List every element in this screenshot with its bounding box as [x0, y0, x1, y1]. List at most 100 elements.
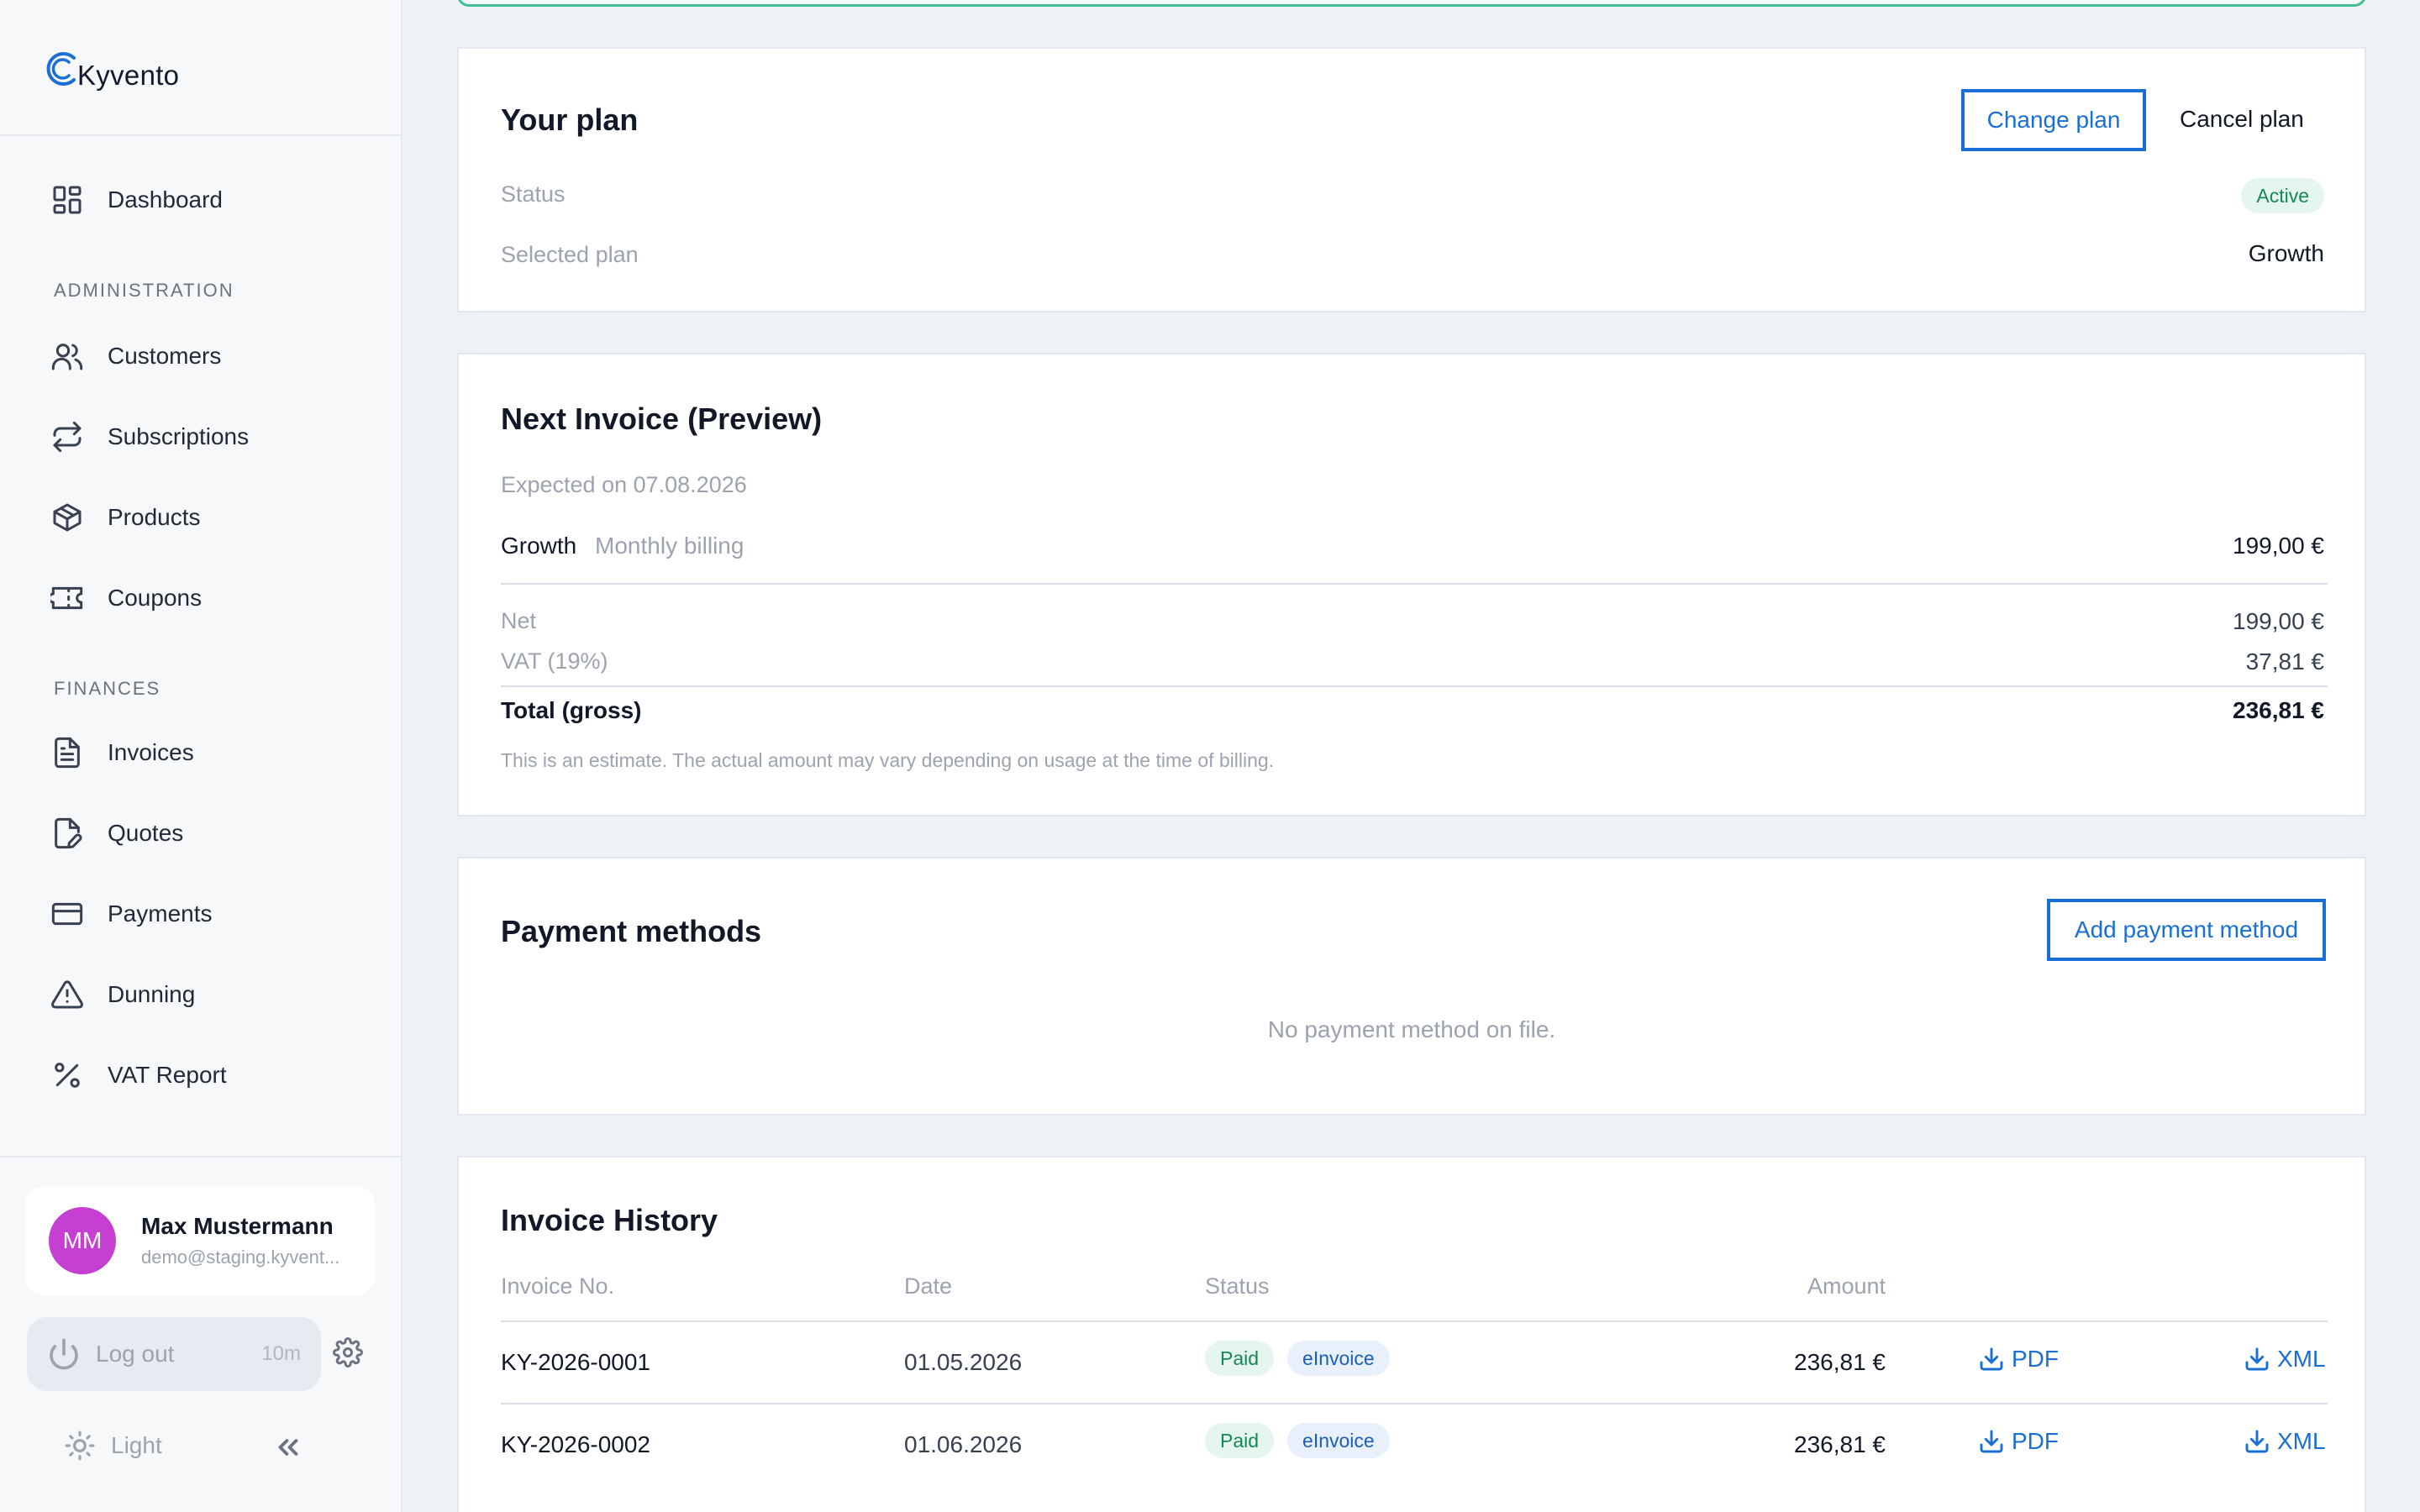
- status-badge: Paid: [1205, 1341, 1275, 1376]
- sidebar-item-invoices[interactable]: Invoices: [50, 727, 194, 778]
- sidebar-item-label: Dunning: [108, 981, 196, 1007]
- credit-card-icon: [51, 902, 83, 926]
- divider: [501, 685, 2328, 687]
- sidebar: Kyvento Dashboard ADMINISTRATION Custome…: [0, 0, 402, 1512]
- users-icon: [51, 344, 83, 370]
- invoice-history-card: Invoice History Invoice No. Date Status …: [457, 1156, 2366, 1512]
- sidebar-item-products[interactable]: Products: [50, 492, 201, 543]
- sidebar-item-dashboard[interactable]: Dashboard: [50, 175, 223, 225]
- sidebar-item-subscriptions[interactable]: Subscriptions: [50, 412, 249, 462]
- invoice-date: 01.06.2026: [904, 1431, 1023, 1457]
- estimate-note: This is an estimate. The actual amount m…: [501, 749, 1275, 771]
- download-pdf-label: PDF: [2012, 1428, 2059, 1454]
- user-profile-card[interactable]: MM Max Mustermann demo@staging.kyvent...: [25, 1186, 375, 1295]
- download-pdf-link[interactable]: PDF: [1978, 1428, 2059, 1455]
- selected-plan-label: Selected plan: [501, 242, 639, 267]
- download-pdf-link[interactable]: PDF: [1978, 1346, 2059, 1373]
- sidebar-item-label: VAT Report: [108, 1062, 227, 1088]
- user-email: demo@staging.kyvent...: [141, 1247, 340, 1268]
- sidebar-item-quotes[interactable]: Quotes: [50, 808, 183, 858]
- change-plan-button[interactable]: Change plan: [1961, 89, 2146, 151]
- sidebar-item-customers[interactable]: Customers: [50, 331, 221, 381]
- sidebar-item-label: Subscriptions: [108, 423, 250, 449]
- box-icon: [53, 503, 82, 532]
- alert-triangle-icon: [51, 980, 83, 1009]
- invoice-history-title: Invoice History: [501, 1203, 718, 1237]
- power-icon: [50, 1338, 78, 1370]
- collapse-sidebar-button[interactable]: [272, 1431, 304, 1467]
- status-badge: Paid: [1205, 1423, 1275, 1458]
- invoice-date: 01.05.2026: [904, 1349, 1023, 1375]
- sun-icon: [65, 1431, 95, 1461]
- app-logo[interactable]: Kyvento: [44, 44, 179, 94]
- add-payment-method-button[interactable]: Add payment method: [2047, 899, 2326, 961]
- sidebar-item-payments[interactable]: Payments: [50, 889, 213, 939]
- divider: [501, 1403, 2328, 1404]
- plan-card: Your plan Change plan Cancel plan Status…: [457, 47, 2366, 312]
- download-xml-link[interactable]: XML: [2244, 1346, 2326, 1373]
- alert-banner-edge: [457, 0, 2366, 7]
- total-label: Total (gross): [501, 697, 642, 723]
- invoice-amount: 236,81 €: [1794, 1349, 1886, 1375]
- line-item: Growth Monthly billing: [501, 533, 744, 559]
- sidebar-item-label: Coupons: [108, 585, 203, 611]
- vat-value: 37,81 €: [2245, 648, 2324, 675]
- logout-button[interactable]: Log out 10m: [27, 1317, 321, 1391]
- gear-icon: [333, 1337, 363, 1368]
- vat-label: VAT (19%): [501, 648, 608, 674]
- sidebar-item-label: Invoices: [108, 739, 194, 765]
- percent-icon: [55, 1063, 80, 1088]
- download-icon: [1980, 1347, 2003, 1371]
- payment-methods-title: Payment methods: [501, 914, 762, 948]
- download-icon: [1980, 1430, 2003, 1453]
- section-heading-administration: ADMINISTRATION: [54, 280, 234, 301]
- download-icon: [2245, 1347, 2269, 1371]
- file-icon: [55, 737, 80, 769]
- sidebar-item-coupons[interactable]: Coupons: [50, 573, 202, 623]
- download-xml-label: XML: [2277, 1346, 2326, 1372]
- invoice-status-badges: Paid eInvoice: [1205, 1423, 1390, 1458]
- invoice-amount: 236,81 €: [1794, 1431, 1886, 1457]
- empty-state-message: No payment method on file.: [1267, 1016, 1556, 1042]
- sidebar-divider: [0, 134, 402, 136]
- download-xml-link[interactable]: XML: [2244, 1428, 2326, 1455]
- column-header-invoice-no: Invoice No.: [501, 1273, 615, 1299]
- net-value: 199,00 €: [2233, 608, 2324, 634]
- ticket-icon: [50, 586, 83, 610]
- theme-toggle[interactable]: Light: [64, 1430, 162, 1462]
- next-invoice-title: Next Invoice (Preview): [501, 402, 823, 436]
- expected-date: Expected on 07.08.2026: [501, 472, 747, 497]
- file-edit-icon: [55, 817, 82, 849]
- sidebar-item-vat-report[interactable]: VAT Report: [50, 1050, 227, 1100]
- column-header-status: Status: [1205, 1273, 1270, 1299]
- chevrons-left-icon: [278, 1439, 298, 1456]
- status-label: Status: [501, 181, 566, 207]
- einvoice-badge: eInvoice: [1287, 1341, 1390, 1376]
- payment-methods-card: Payment methods Add payment method No pa…: [457, 857, 2366, 1116]
- session-timer: 10m: [261, 1342, 301, 1365]
- divider: [501, 1320, 2328, 1322]
- next-invoice-card: Next Invoice (Preview) Expected on 07.08…: [457, 353, 2366, 816]
- download-pdf-label: PDF: [2012, 1346, 2059, 1372]
- line-item-description: Monthly billing: [595, 533, 744, 559]
- sidebar-item-dunning[interactable]: Dunning: [50, 969, 195, 1020]
- status-badge: Active: [2241, 178, 2324, 213]
- theme-label: Light: [111, 1432, 162, 1458]
- plan-card-title: Your plan: [501, 102, 639, 137]
- app-name: Kyvento: [77, 60, 180, 91]
- cancel-plan-button[interactable]: Cancel plan: [2180, 106, 2304, 133]
- invoice-status-badges: Paid eInvoice: [1205, 1341, 1390, 1376]
- section-heading-finances: FINANCES: [54, 678, 161, 699]
- line-item-name: Growth: [501, 533, 577, 559]
- avatar: MM: [49, 1207, 116, 1274]
- sidebar-item-label: Payments: [108, 900, 213, 927]
- column-header-date: Date: [904, 1273, 953, 1299]
- invoice-number: KY-2026-0001: [501, 1349, 651, 1375]
- sidebar-item-label: Dashboard: [108, 186, 223, 213]
- column-header-amount: Amount: [1807, 1273, 1886, 1299]
- dashboard-icon: [53, 186, 82, 214]
- sidebar-item-label: Products: [108, 504, 201, 530]
- repeat-icon: [53, 421, 82, 453]
- settings-button[interactable]: [333, 1337, 368, 1373]
- download-xml-label: XML: [2277, 1428, 2326, 1454]
